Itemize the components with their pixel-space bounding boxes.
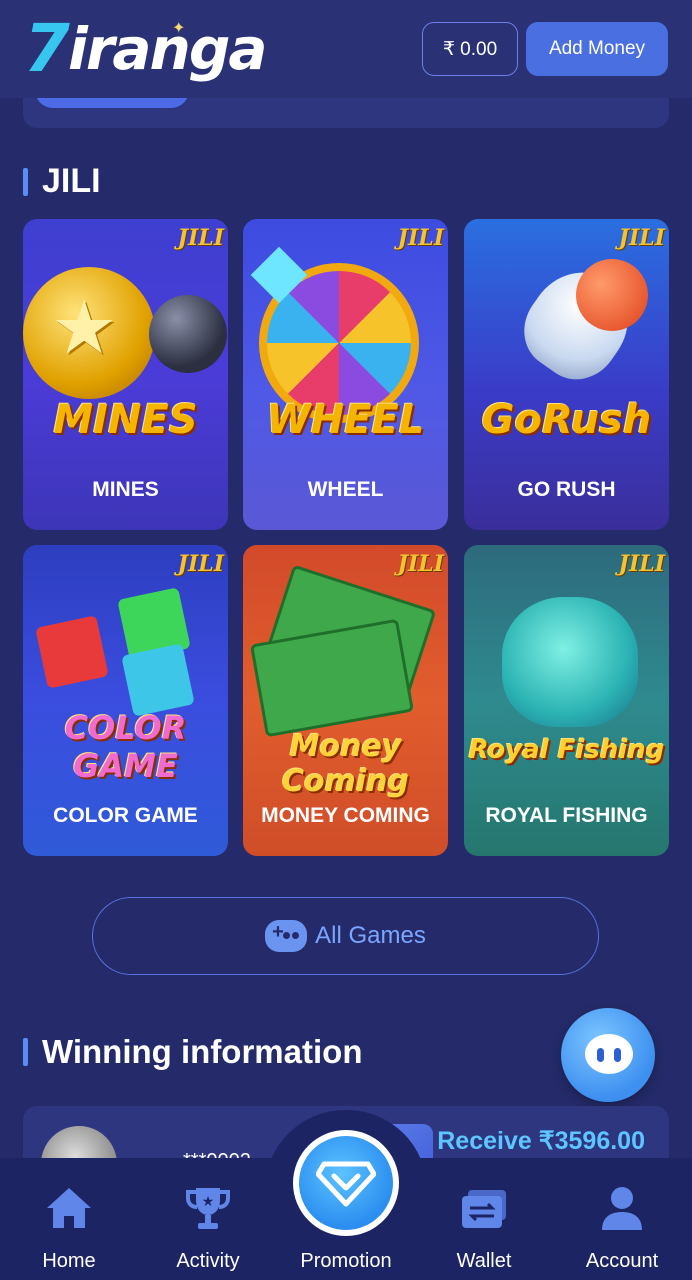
app-header: 7 iranga ✦ ₹ 0.00 Add Money bbox=[0, 0, 692, 98]
chat-eye bbox=[614, 1048, 621, 1062]
game-card-go-rush[interactable]: JILI GoRush GO RUSH bbox=[464, 219, 669, 530]
customer-service-chat-button[interactable] bbox=[561, 1008, 655, 1102]
game-card-money-coming[interactable]: JILI Money Coming MONEY COMING bbox=[243, 545, 448, 856]
svg-text:★: ★ bbox=[202, 1194, 215, 1210]
jili-badge: JILI bbox=[177, 551, 224, 577]
cyan-cube-icon bbox=[121, 643, 195, 717]
game-art-title: WHEEL bbox=[266, 397, 425, 443]
jili-badge: JILI bbox=[397, 551, 444, 577]
section-title-jili: JILI bbox=[23, 162, 101, 201]
account-icon bbox=[562, 1180, 682, 1236]
nav-item-wallet[interactable]: Wallet bbox=[424, 1180, 544, 1273]
chat-eye bbox=[597, 1048, 604, 1062]
game-art-title: Money Coming bbox=[281, 729, 409, 799]
logo-seven: 7 bbox=[24, 10, 70, 87]
nav-label: Account bbox=[585, 1250, 659, 1272]
red-cube-icon bbox=[35, 615, 109, 689]
game-art-title: GoRush bbox=[481, 397, 652, 443]
game-card-mines[interactable]: JILI ★ MINES MINES bbox=[23, 219, 228, 530]
app-logo[interactable]: 7 iranga ✦ bbox=[24, 10, 268, 87]
jili-badge: JILI bbox=[618, 225, 665, 251]
star-icon: ★ bbox=[51, 286, 118, 369]
bomb-icon bbox=[149, 295, 227, 373]
sparkle-icon: ✦ bbox=[172, 20, 186, 37]
nav-item-activity[interactable]: ★ Activity bbox=[148, 1180, 268, 1273]
diamond-icon bbox=[299, 1136, 393, 1230]
game-name: MONEY COMING bbox=[261, 804, 430, 827]
game-card-wheel[interactable]: JILI WHEEL WHEEL bbox=[243, 219, 448, 530]
logo-wordmark: iranga bbox=[67, 15, 268, 83]
all-games-button[interactable]: All Games bbox=[92, 897, 599, 975]
game-name: GO RUSH bbox=[517, 478, 616, 501]
game-name: MINES bbox=[92, 478, 159, 501]
gamepad-icon bbox=[265, 920, 308, 952]
section-title-bar bbox=[23, 1038, 28, 1066]
home-icon bbox=[9, 1180, 129, 1236]
winning-amount: Receive ₹3596.00 bbox=[437, 1127, 645, 1155]
trophy-icon: ★ bbox=[148, 1180, 268, 1236]
header-actions: ₹ 0.00 Add Money bbox=[422, 22, 668, 76]
section-title-winning: Winning information bbox=[23, 1033, 362, 1071]
nav-label: Promotion bbox=[300, 1250, 392, 1272]
game-card-royal-fishing[interactable]: JILI Royal Fishing ROYAL FISHING bbox=[464, 545, 669, 856]
section-title-bar bbox=[23, 167, 28, 196]
game-name: ROYAL FISHING bbox=[485, 804, 648, 827]
jili-badge: JILI bbox=[177, 225, 224, 251]
all-games-label: All Games bbox=[315, 922, 426, 949]
game-name: WHEEL bbox=[307, 478, 384, 501]
nav-label: Activity bbox=[176, 1250, 240, 1272]
chat-bot-icon bbox=[585, 1034, 633, 1074]
add-money-button[interactable]: Add Money bbox=[526, 22, 668, 76]
section-title-text: Winning information bbox=[42, 1033, 363, 1070]
section-title-text: JILI bbox=[42, 162, 101, 200]
rocket-nose-icon bbox=[576, 259, 648, 331]
dragon-icon bbox=[502, 597, 638, 727]
balance-display[interactable]: ₹ 0.00 bbox=[422, 22, 518, 76]
nav-item-account[interactable]: Account bbox=[562, 1180, 682, 1273]
wallet-icon bbox=[424, 1180, 544, 1236]
game-art-title: Royal Fishing bbox=[468, 735, 665, 765]
nav-label: Home bbox=[42, 1250, 96, 1272]
game-art-title: COLOR GAME bbox=[64, 709, 187, 785]
promotion-button[interactable] bbox=[293, 1130, 399, 1236]
jili-badge: JILI bbox=[618, 551, 665, 577]
nav-item-home[interactable]: Home bbox=[9, 1180, 129, 1273]
game-name: COLOR GAME bbox=[53, 804, 198, 827]
nav-label: Wallet bbox=[456, 1250, 512, 1272]
jili-badge: JILI bbox=[397, 225, 444, 251]
game-card-color-game[interactable]: JILI COLOR GAME COLOR GAME bbox=[23, 545, 228, 856]
game-art-title: MINES bbox=[53, 397, 198, 443]
